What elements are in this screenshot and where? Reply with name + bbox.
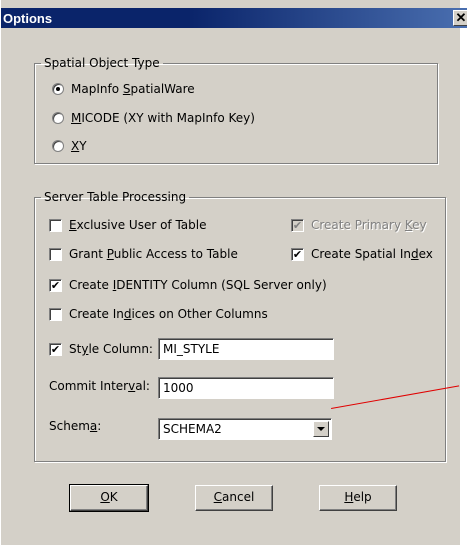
- radio-micode[interactable]: MICODE (XY with MapInfo Key): [52, 109, 255, 127]
- checkbox-checked-icon[interactable]: ✔: [49, 278, 62, 292]
- radio-selected-icon[interactable]: [52, 83, 64, 95]
- server-table-processing-legend: Server Table Processing: [44, 190, 187, 204]
- create-indices-label: Create Indices on Other Columns: [69, 307, 268, 321]
- close-icon: ✕: [455, 10, 467, 25]
- cancel-button[interactable]: Cancel: [195, 485, 273, 511]
- radio-unselected-icon[interactable]: [52, 112, 64, 124]
- create-identity-label: Create IDENTITY Column (SQL Server only): [69, 278, 327, 292]
- checkbox-checked-icon[interactable]: ✔: [291, 247, 304, 261]
- create-primary-key-label: Create Primary Key: [311, 218, 427, 232]
- checkbox-checked-disabled-icon: ✔: [291, 218, 304, 232]
- create-spatial-index-checkbox[interactable]: ✔ Create Spatial Index: [291, 245, 433, 263]
- style-column-label: Style Column:: [69, 342, 153, 356]
- radio-xy[interactable]: XY: [52, 137, 87, 155]
- spatial-object-type-legend: Spatial Object Type: [44, 56, 160, 70]
- grant-public-checkbox[interactable]: Grant Public Access to Table: [49, 245, 238, 263]
- dialog-title: Options: [3, 11, 53, 26]
- style-column-checkbox[interactable]: ✔ Style Column:: [49, 340, 153, 358]
- create-identity-checkbox[interactable]: ✔ Create IDENTITY Column (SQL Server onl…: [49, 276, 327, 294]
- options-dialog: Options ✕ Spatial Object Type MapInfo Sp…: [0, 0, 467, 545]
- checkbox-icon[interactable]: [49, 218, 62, 232]
- schema-label: Schema:: [49, 419, 102, 433]
- checkbox-icon[interactable]: [49, 307, 62, 321]
- commit-interval-input[interactable]: 1000: [158, 377, 334, 399]
- schema-select[interactable]: SCHEMA2: [158, 418, 332, 440]
- schema-select-value: SCHEMA2: [163, 422, 222, 436]
- create-primary-key-checkbox[interactable]: ✔ Create Primary Key: [291, 216, 427, 234]
- exclusive-user-checkbox[interactable]: Exclusive User of Table: [49, 216, 206, 234]
- create-spatial-index-label: Create Spatial Index: [311, 247, 433, 261]
- help-button[interactable]: Help: [319, 485, 397, 511]
- checkbox-icon[interactable]: [49, 247, 62, 261]
- commit-interval-label: Commit Interval:: [49, 379, 150, 393]
- radio-spatialware[interactable]: MapInfo SpatialWare: [52, 80, 195, 98]
- checkbox-checked-icon[interactable]: ✔: [49, 342, 62, 356]
- radio-micode-label: MICODE (XY with MapInfo Key): [71, 111, 255, 125]
- grant-public-label: Grant Public Access to Table: [69, 247, 238, 261]
- ok-button[interactable]: OK: [69, 484, 149, 512]
- close-button[interactable]: ✕: [453, 10, 467, 26]
- style-column-input[interactable]: MI_STYLE: [158, 338, 334, 360]
- radio-unselected-icon[interactable]: [52, 140, 64, 152]
- radio-xy-label: XY: [71, 139, 87, 153]
- exclusive-user-label: Exclusive User of Table: [69, 218, 207, 232]
- create-indices-checkbox[interactable]: Create Indices on Other Columns: [49, 305, 268, 323]
- title-bar: Options: [1, 8, 467, 28]
- radio-spatialware-label: MapInfo SpatialWare: [71, 82, 195, 96]
- chevron-down-icon[interactable]: [313, 421, 329, 437]
